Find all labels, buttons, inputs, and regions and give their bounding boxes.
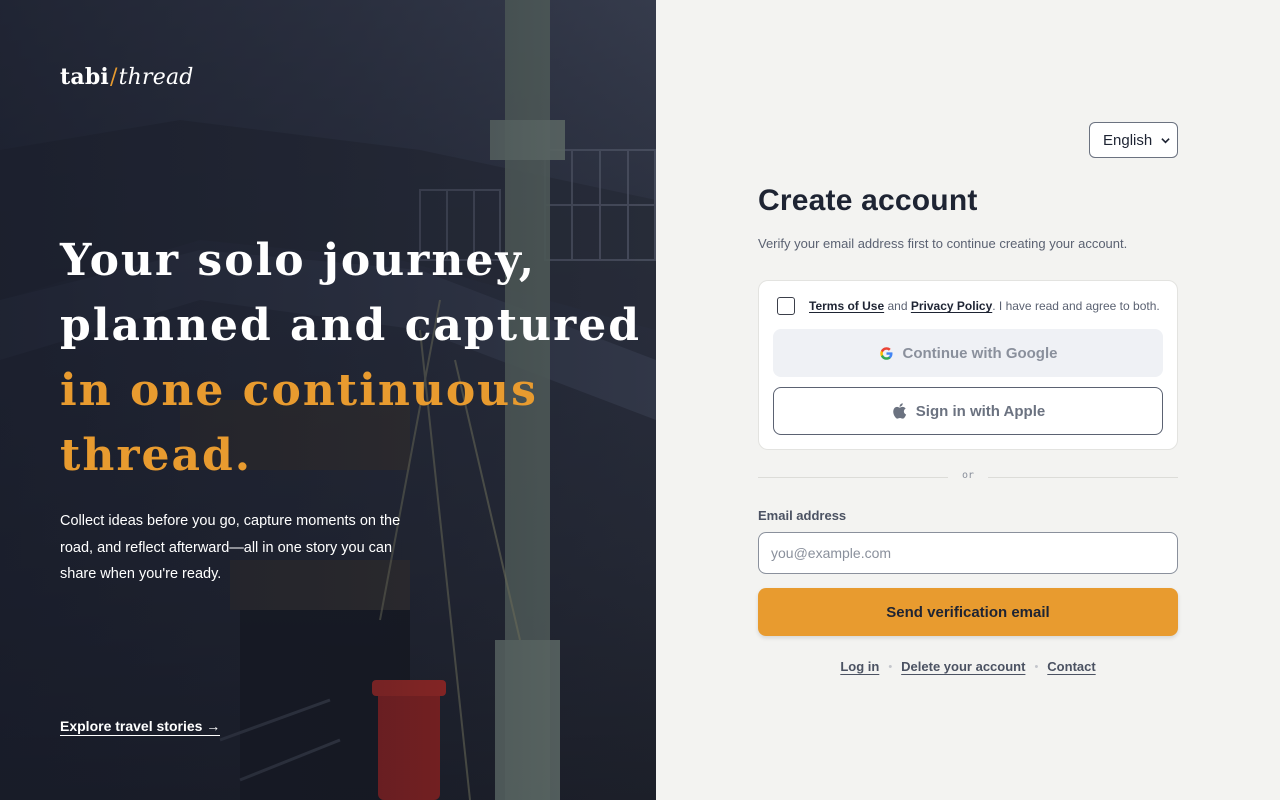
terms-suffix-text: . I have read and agree to both. (992, 299, 1160, 313)
divider-or-text: or (961, 470, 975, 481)
email-input[interactable] (758, 532, 1178, 574)
hero-headline: Your solo journey, planned and captured … (60, 228, 641, 488)
terms-text: Terms of Use and Privacy Policy. I have … (809, 299, 1160, 313)
footer-separator-dot: • (888, 660, 893, 673)
or-divider: or (758, 470, 1178, 484)
brand-slash: / (109, 65, 118, 90)
footer-links: Log in • Delete your account • Contact (758, 659, 1178, 674)
hero-panel: tabi/thread Your solo journey, planned a… (0, 0, 656, 800)
explore-travel-stories-link[interactable]: Explore travel stories → (60, 718, 221, 736)
brand-part-2: thread (118, 65, 194, 90)
send-verification-email-button[interactable]: Send verification email (758, 588, 1178, 636)
social-signin-card: Terms of Use and Privacy Policy. I have … (758, 280, 1178, 450)
page-subtitle: Verify your email address first to conti… (758, 236, 1128, 251)
headline-line-2: planned and captured (60, 300, 641, 351)
divider-line-right (988, 477, 1178, 478)
headline-line-4: thread. (60, 430, 253, 481)
terms-agreement-row: Terms of Use and Privacy Policy. I have … (777, 297, 1160, 315)
terms-of-use-link[interactable]: Terms of Use (809, 299, 884, 313)
terms-and-text: and (887, 299, 908, 313)
language-select-value: English (1103, 131, 1153, 149)
hero-description: Collect ideas before you go, capture mom… (60, 513, 401, 582)
brand-part-1: tabi (60, 64, 109, 90)
apple-icon (893, 403, 906, 419)
headline-line-3: in one continuous (60, 365, 538, 416)
page-title: Create account (758, 184, 978, 217)
google-icon (879, 346, 892, 360)
continue-with-google-button[interactable]: Continue with Google (773, 329, 1163, 377)
log-in-link[interactable]: Log in (840, 659, 879, 674)
terms-checkbox[interactable] (777, 297, 795, 315)
language-select[interactable]: English (1089, 122, 1178, 158)
contact-link[interactable]: Contact (1047, 659, 1095, 674)
delete-account-link[interactable]: Delete your account (901, 659, 1025, 674)
headline-line-1: Your solo journey, (60, 235, 537, 286)
email-label: Email address (758, 508, 847, 523)
google-button-label: Continue with Google (902, 344, 1058, 362)
sign-in-with-apple-button[interactable]: Sign in with Apple (773, 387, 1163, 435)
apple-button-label: Sign in with Apple (915, 402, 1046, 420)
brand-logo: tabi/thread (60, 64, 194, 90)
footer-separator-dot: • (1034, 660, 1039, 673)
signup-panel: English Create account Verify your email… (656, 0, 1280, 800)
privacy-policy-link[interactable]: Privacy Policy (911, 299, 992, 313)
chevron-down-icon (1161, 138, 1170, 144)
